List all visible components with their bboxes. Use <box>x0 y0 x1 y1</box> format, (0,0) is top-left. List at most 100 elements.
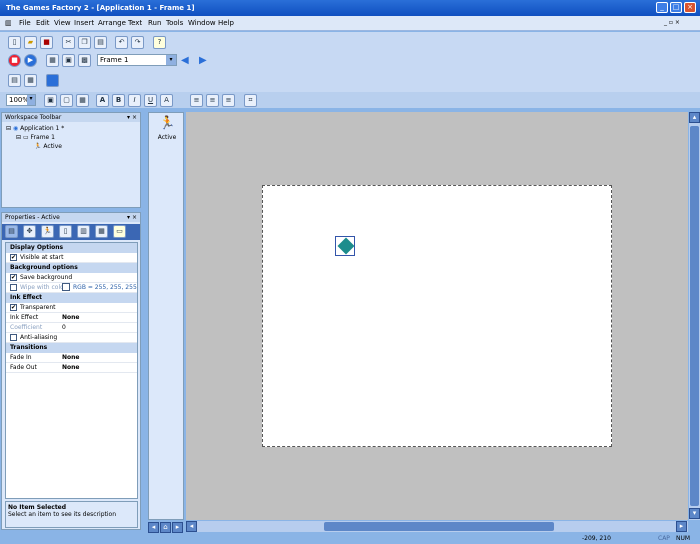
open-icon[interactable]: ▰ <box>24 36 37 49</box>
menu-tools[interactable]: Tools <box>166 19 183 27</box>
status-coords: -209, 210 <box>582 535 611 542</box>
menu-help[interactable]: Help <box>218 19 234 27</box>
checkbox-visible[interactable]: ✔ <box>10 254 17 261</box>
snap-icon[interactable]: ▢ <box>60 94 73 107</box>
tab-about-icon[interactable]: ▭ <box>113 225 126 238</box>
scroll-left-icon[interactable]: ◂ <box>148 522 159 533</box>
tab-display-icon[interactable]: ▤ <box>5 225 18 238</box>
chevron-down-icon[interactable]: ▾ <box>166 55 176 65</box>
properties-panel: Properties - Active ▾ × ▤ ✥ 🏃 ▯ ▥ ▦ ▭ Di… <box>1 212 141 530</box>
menu-view[interactable]: View <box>54 19 71 27</box>
scroll-down-icon[interactable]: ▾ <box>689 508 700 519</box>
maximize-button[interactable]: □ <box>670 2 682 13</box>
storyboard-icon[interactable]: ▦ <box>46 54 59 67</box>
preview-icon[interactable] <box>46 74 59 87</box>
checkbox-wipe[interactable] <box>10 284 17 291</box>
tab-values-icon[interactable]: ▥ <box>77 225 90 238</box>
horizontal-thumb[interactable] <box>324 522 554 531</box>
menu-insert[interactable]: Insert <box>74 19 94 27</box>
grid-icon[interactable]: ▦ <box>24 74 37 87</box>
menu-run[interactable]: Run <box>148 19 161 27</box>
text-color-icon[interactable]: A <box>160 94 173 107</box>
italic-icon[interactable]: I <box>128 94 141 107</box>
frame-select[interactable]: Frame 1 ▾ <box>97 54 177 66</box>
run-icon[interactable]: ▶ <box>24 54 37 67</box>
cut-icon[interactable]: ✂ <box>62 36 75 49</box>
underline-icon[interactable]: U <box>144 94 157 107</box>
tree-item-active[interactable]: 🏃 Active <box>34 143 62 150</box>
stop-icon[interactable]: ■ <box>8 54 21 67</box>
prop-fade-in[interactable]: Fade In None <box>6 353 137 363</box>
prop-fade-out[interactable]: Fade Out None <box>6 363 137 373</box>
align-left-icon[interactable]: ≡ <box>190 94 203 107</box>
active-object-icon: 🏃 <box>34 143 42 150</box>
align-center-icon[interactable]: ≡ <box>206 94 219 107</box>
minimize-button[interactable]: _ <box>656 2 668 13</box>
menu-window[interactable]: Window <box>188 19 216 27</box>
grid-toggle-icon[interactable]: ▦ <box>76 94 89 107</box>
tab-events-icon[interactable]: ▦ <box>95 225 108 238</box>
tree-item-application[interactable]: ⊟ ◉ Application 1 * <box>6 125 64 132</box>
paste-icon[interactable]: ▤ <box>94 36 107 49</box>
event-editor-icon[interactable]: ▩ <box>78 54 91 67</box>
workspace-panel: Workspace Toolbar ▾ × ⊟ ◉ Application 1 … <box>1 112 141 208</box>
frame-editor-icon[interactable]: ▣ <box>62 54 75 67</box>
scroll-home-icon[interactable]: ⌂ <box>160 522 171 533</box>
color-swatch[interactable] <box>62 283 70 291</box>
align-right-icon[interactable]: ≡ <box>222 94 235 107</box>
menu-arrange[interactable]: Arrange <box>98 19 126 27</box>
redo-icon[interactable]: ↷ <box>131 36 144 49</box>
scroll-left-icon[interactable]: ◂ <box>186 521 197 532</box>
layers-icon[interactable]: ▤ <box>8 74 21 87</box>
workspace-title: Workspace Toolbar <box>2 113 140 122</box>
prop-ink-effect[interactable]: Ink Effect None <box>6 313 137 323</box>
section-ink: Ink Effect <box>6 293 137 303</box>
chevron-down-icon[interactable]: ▾ <box>27 95 35 105</box>
vertical-scrollbar[interactable]: ▴ ▾ <box>689 112 700 520</box>
copy-icon[interactable]: ❐ <box>78 36 91 49</box>
prop-save-bg[interactable]: ✔ Save background <box>6 273 137 283</box>
checkbox-antialias[interactable] <box>10 334 17 341</box>
app-menu-icon[interactable]: ▥ <box>5 19 12 27</box>
undo-icon[interactable]: ↶ <box>115 36 128 49</box>
close-icon[interactable]: ▾ × <box>127 114 137 121</box>
scroll-right-icon[interactable]: ▸ <box>172 522 183 533</box>
tab-runtime-icon[interactable]: ▯ <box>59 225 72 238</box>
horizontal-scrollbar[interactable]: ◂ ▸ <box>186 521 688 532</box>
checkbox-save-bg[interactable]: ✔ <box>10 274 17 281</box>
font-icon[interactable]: A <box>96 94 109 107</box>
mdi-controls[interactable]: _ ▫ × <box>664 19 680 26</box>
section-background: Background options <box>6 263 137 273</box>
frame-area[interactable] <box>262 185 612 447</box>
prop-antialias[interactable]: Anti-aliasing <box>6 333 137 343</box>
next-frame-icon[interactable]: ▶ <box>199 55 207 66</box>
tab-position-icon[interactable]: ✥ <box>23 225 36 238</box>
tree-item-frame[interactable]: ⊟ ▭ Frame 1 <box>16 134 55 141</box>
save-icon[interactable]: ■ <box>40 36 53 49</box>
help-icon[interactable]: ? <box>153 36 166 49</box>
scroll-up-icon[interactable]: ▴ <box>689 112 700 123</box>
menu-edit[interactable]: Edit <box>36 19 50 27</box>
checkbox-transparent[interactable]: ✔ <box>10 304 17 311</box>
vertical-thumb[interactable] <box>690 126 699 506</box>
section-transitions: Transitions <box>6 343 137 353</box>
menu-file[interactable]: File <box>19 19 31 27</box>
prop-visible[interactable]: ✔ Visible at start <box>6 253 137 263</box>
prop-wipe[interactable]: Wipe with color RGB = 255, 255, 255 <box>6 283 137 293</box>
new-icon[interactable]: ▯ <box>8 36 21 49</box>
tab-movement-icon[interactable]: 🏃 <box>41 225 54 238</box>
active-object[interactable] <box>335 236 355 256</box>
menu-text[interactable]: Text <box>128 19 142 27</box>
close-button[interactable]: × <box>684 2 696 13</box>
bold-icon[interactable]: B <box>112 94 125 107</box>
scroll-right-icon[interactable]: ▸ <box>676 521 687 532</box>
prev-frame-icon[interactable]: ◀ <box>181 55 189 66</box>
align-icon[interactable]: ▣ <box>44 94 57 107</box>
zoom-select[interactable]: 100% ▾ <box>6 94 36 106</box>
active-object-icon[interactable]: 🏃 <box>159 116 175 131</box>
close-icon[interactable]: ▾ × <box>127 214 137 221</box>
prop-transparent[interactable]: ✔ Transparent <box>6 303 137 313</box>
resize-icon[interactable]: ⌗ <box>244 94 257 107</box>
prop-coefficient[interactable]: Coefficient 0 <box>6 323 137 333</box>
diamond-icon <box>337 237 355 255</box>
